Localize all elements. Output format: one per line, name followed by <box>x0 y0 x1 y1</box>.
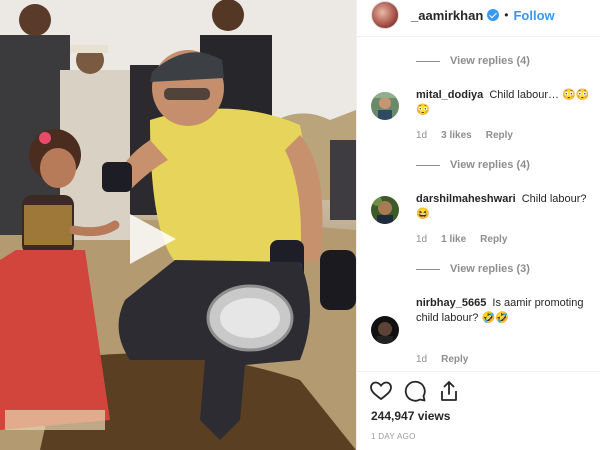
comment-username[interactable]: nirbhay_5665 <box>416 297 486 309</box>
comment-meta: 1d Reply <box>416 354 468 365</box>
replies-divider <box>416 60 440 62</box>
follow-button[interactable]: Follow <box>513 8 554 23</box>
play-icon <box>130 214 176 264</box>
heart-icon[interactable] <box>369 379 393 403</box>
reply-button[interactable]: Reply <box>486 130 513 141</box>
avatar-image <box>371 196 399 224</box>
commenter-avatar[interactable] <box>371 196 399 224</box>
reply-button[interactable]: Reply <box>480 234 507 245</box>
author-username[interactable]: _aamirkhan <box>411 8 483 23</box>
play-button[interactable] <box>122 210 180 268</box>
view-count[interactable]: 244,947 views <box>371 409 450 423</box>
actions-divider <box>357 371 600 372</box>
comment-icon[interactable] <box>403 379 427 403</box>
view-replies-label: View replies (4) <box>450 159 530 171</box>
view-replies-link[interactable]: View replies (4) <box>416 55 530 67</box>
commenter-avatar[interactable] <box>371 92 399 120</box>
replies-divider <box>416 268 440 270</box>
commenter-avatar[interactable] <box>371 316 399 344</box>
reply-button[interactable]: Reply <box>441 354 468 365</box>
comment-meta: 1d 1 like Reply <box>416 234 507 245</box>
avatar-image <box>371 316 399 344</box>
share-icon[interactable] <box>437 379 461 403</box>
comment-emoji: 😆 <box>416 208 430 220</box>
replies-divider <box>416 164 440 166</box>
comment-body: darshilmaheshwari Child labour? 😆 <box>416 192 596 222</box>
author-avatar[interactable] <box>371 1 399 29</box>
comment-emoji: 🤣🤣 <box>481 312 509 324</box>
comment-username[interactable]: mital_dodiya <box>416 89 483 101</box>
comment-text: Child labour… <box>489 89 560 101</box>
comments-panel: _aamirkhan • Follow View replies (4) mit… <box>356 0 600 450</box>
view-replies-link[interactable]: View replies (3) <box>416 263 530 275</box>
comment-likes[interactable]: 3 likes <box>441 130 472 141</box>
comment-time: 1d <box>416 354 428 365</box>
comment-meta: 1d 3 likes Reply <box>416 130 513 141</box>
view-replies-label: View replies (3) <box>450 263 530 275</box>
post-actions <box>369 379 461 403</box>
comment-text: Child labour? <box>521 193 587 205</box>
avatar-image <box>371 92 399 120</box>
view-replies-label: View replies (4) <box>450 55 530 67</box>
comment-body: nirbhay_5665 Is aamir promoting child la… <box>416 296 596 326</box>
separator-dot: • <box>504 8 509 22</box>
header-divider <box>357 36 600 37</box>
post-timestamp: 1 DAY AGO <box>371 432 416 441</box>
comment-body: mital_dodiya Child labour… 😳😳😳 <box>416 88 596 118</box>
comment-username[interactable]: darshilmaheshwari <box>416 193 516 205</box>
post-header: _aamirkhan • Follow <box>357 0 600 30</box>
comment-time: 1d <box>416 234 428 245</box>
verified-badge-icon <box>487 9 500 21</box>
video-player[interactable] <box>0 0 356 450</box>
comment-time: 1d <box>416 130 428 141</box>
comment-likes[interactable]: 1 like <box>441 234 466 245</box>
view-replies-link[interactable]: View replies (4) <box>416 159 530 171</box>
